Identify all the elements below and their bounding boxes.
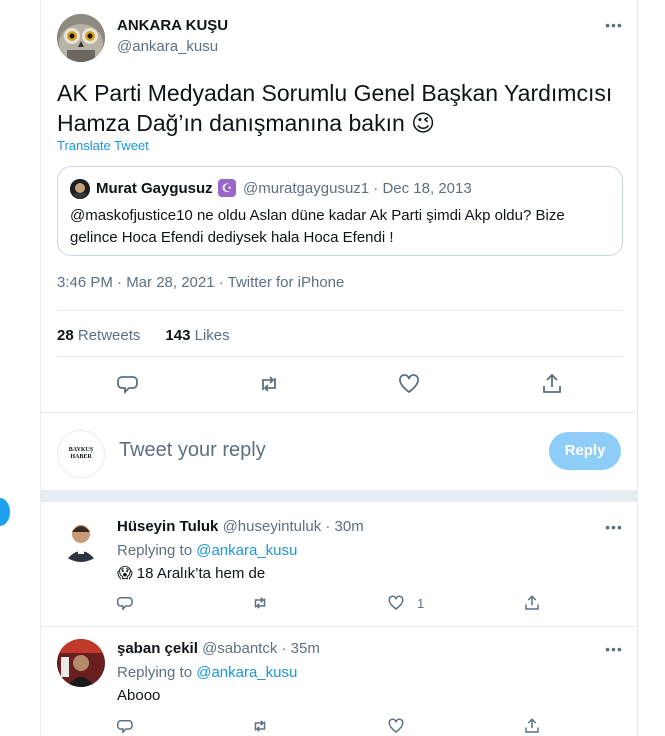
tweet-text: AK Parti Medyadan Sorumlu Genel Başkan Y… xyxy=(57,80,613,136)
reply-tweet[interactable]: Hüseyin Tuluk @huseyintuluk · 30m ••• Re… xyxy=(41,502,637,626)
avatar[interactable] xyxy=(57,639,105,687)
quoted-text: @maskofjustice10 ne oldu Aslan düne kada… xyxy=(70,207,565,246)
owl-avatar-image xyxy=(57,14,105,62)
like-heart-icon[interactable] xyxy=(397,372,421,396)
reply-handle-time: @huseyintuluk · 30m xyxy=(222,518,364,535)
translate-tweet-link[interactable]: Translate Tweet xyxy=(57,138,149,153)
quoted-meta: @muratgaygusuz1 · Dec 18, 2013 xyxy=(243,180,472,197)
replying-to-link[interactable]: @ankara_kusu xyxy=(196,542,297,559)
reply-author[interactable]: Hüseyin Tuluk @huseyintuluk · 30m xyxy=(117,518,364,535)
crescent-star-icon: ☪ xyxy=(218,179,236,197)
quoted-tweet[interactable]: Murat Gaygusuz ☪ @muratgaygusuz1 · Dec 1… xyxy=(57,166,623,256)
reply-button[interactable]: Reply xyxy=(549,432,621,470)
like-heart-icon[interactable] xyxy=(387,717,405,735)
reply-icon[interactable] xyxy=(117,594,135,612)
reply-tweet[interactable]: şaban çekil @sabantck · 35m ••• Replying… xyxy=(41,627,637,736)
replying-to: Replying to @ankara_kusu xyxy=(117,542,298,559)
likes-stat[interactable]: 143 Likes xyxy=(165,327,229,344)
divider xyxy=(57,356,623,357)
retweet-icon[interactable] xyxy=(257,372,281,396)
tweet-stats: 28 Retweets 143 Likes xyxy=(57,327,230,344)
replying-to-link[interactable]: @ankara_kusu xyxy=(196,664,297,681)
reply-author-name[interactable]: şaban çekil xyxy=(117,640,198,657)
reply-author-name[interactable]: Hüseyin Tuluk xyxy=(117,518,218,535)
reply-text: 😱 18 Aralık’ta hem de xyxy=(117,565,266,582)
divider xyxy=(57,310,623,311)
quoted-author-name: Murat Gaygusuz xyxy=(96,180,213,197)
replying-to: Replying to @ankara_kusu xyxy=(117,664,298,681)
author-handle[interactable]: @ankara_kusu xyxy=(117,38,218,55)
avatar-logo-text: BAYKUŞ HABER xyxy=(68,447,94,460)
retweets-stat[interactable]: 28 Retweets xyxy=(57,327,140,344)
share-icon[interactable] xyxy=(523,594,541,612)
avatar[interactable] xyxy=(57,14,105,62)
author-name[interactable]: ANKARA KUŞU xyxy=(117,17,228,34)
current-user-avatar[interactable]: BAYKUŞ HABER xyxy=(57,430,105,478)
avatar[interactable] xyxy=(57,514,105,562)
section-gap xyxy=(41,490,637,502)
like-count: 1 xyxy=(417,596,425,611)
retweet-icon[interactable] xyxy=(251,717,269,735)
retweet-icon[interactable] xyxy=(251,594,269,612)
reply-text: Abooo xyxy=(117,687,161,704)
more-options-icon[interactable]: ••• xyxy=(604,520,624,534)
reply-icon[interactable] xyxy=(117,717,135,735)
reply-icon[interactable] xyxy=(117,372,141,396)
side-floating-button[interactable] xyxy=(0,498,10,526)
reply-input[interactable]: Tweet your reply xyxy=(119,439,266,462)
more-options-icon[interactable]: ••• xyxy=(604,18,624,32)
reply-handle-time: @sabantck · 35m xyxy=(202,640,320,657)
divider xyxy=(41,412,637,413)
quoted-avatar xyxy=(70,179,90,199)
more-options-icon[interactable]: ••• xyxy=(604,642,624,656)
share-icon[interactable] xyxy=(540,372,564,396)
like-heart-icon[interactable] xyxy=(387,594,405,612)
reply-compose: BAYKUŞ HABER Tweet your reply Reply xyxy=(41,417,637,487)
timeline-column: ANKARA KUŞU @ankara_kusu ••• AK Parti Me… xyxy=(40,0,638,736)
reply-author[interactable]: şaban çekil @sabantck · 35m xyxy=(117,640,320,657)
share-icon[interactable] xyxy=(523,717,541,735)
tweet-timestamp[interactable]: 3:46 PM · Mar 28, 2021 · Twitter for iPh… xyxy=(57,274,344,291)
